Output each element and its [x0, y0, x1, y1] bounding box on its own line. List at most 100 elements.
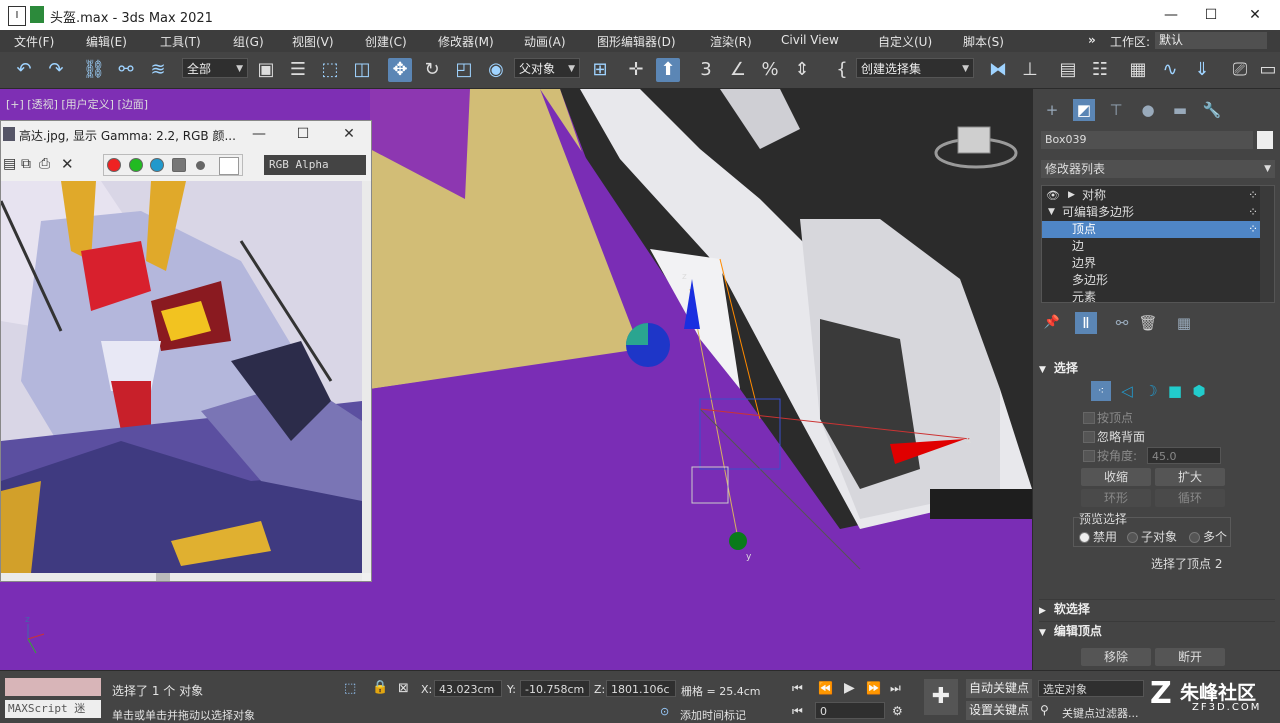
curve-editor-icon[interactable]: ∿ — [1158, 58, 1182, 82]
goto-end-icon[interactable]: ⏭ — [890, 681, 901, 696]
schematic-view-icon[interactable]: ⇓ — [1190, 58, 1214, 82]
percent-snap-icon[interactable]: % — [758, 58, 782, 82]
object-color-swatch[interactable] — [1257, 131, 1273, 149]
show-end-result-icon[interactable]: Ⅱ — [1075, 312, 1097, 334]
absolute-mode-icon[interactable]: ⊠ — [398, 681, 409, 696]
stack-item-edge[interactable]: 边 — [1042, 238, 1260, 255]
remove-button[interactable]: 移除 — [1081, 648, 1151, 666]
channel-display-select[interactable]: RGB Alpha — [264, 155, 366, 175]
next-frame-icon[interactable]: ⏩ — [866, 681, 881, 695]
green-channel-icon[interactable] — [129, 158, 143, 172]
place-icon[interactable]: ◉ — [484, 58, 508, 82]
image-horizontal-scrollbar[interactable] — [1, 573, 362, 581]
vertex-level-icon[interactable]: ⁖ — [1091, 381, 1111, 401]
undo-icon[interactable]: ↶ — [12, 58, 36, 82]
maxscript-listener-mini[interactable] — [5, 678, 101, 696]
selection-rollout-header[interactable]: ▼ 选择 — [1039, 359, 1275, 377]
workspace-select[interactable]: 默认 — [1155, 32, 1267, 49]
play-icon[interactable]: ▶ — [844, 680, 855, 696]
ignore-backfacing-checkbox[interactable] — [1083, 431, 1095, 443]
scene-explorer-icon[interactable]: ▤ — [1056, 58, 1080, 82]
rotate-icon[interactable]: ↻ — [420, 58, 444, 82]
create-tab-icon[interactable]: + — [1041, 99, 1063, 121]
stack-item-border[interactable]: 边界 — [1042, 255, 1260, 272]
redo-icon[interactable]: ↷ — [44, 58, 68, 82]
image-maximize-button[interactable]: ☐ — [289, 124, 317, 144]
close-button[interactable]: ✕ — [1240, 4, 1270, 26]
make-unique-icon[interactable]: ⚯ — [1111, 312, 1133, 334]
menu-overflow-icon[interactable]: » — [1088, 33, 1096, 47]
edge-level-icon[interactable]: ◁ — [1117, 381, 1137, 401]
preview-off-radio[interactable] — [1079, 532, 1090, 543]
break-button[interactable]: 断开 — [1155, 648, 1225, 666]
red-channel-icon[interactable] — [107, 158, 121, 172]
auto-key-button[interactable]: 自动关键点 — [966, 679, 1032, 698]
save-image-icon[interactable]: ▤ — [3, 156, 16, 172]
alpha-channel-icon[interactable] — [172, 158, 186, 172]
set-key-mode-button[interactable]: 设置关键点 — [966, 701, 1032, 720]
add-time-tag-text[interactable]: 添加时间标记 — [680, 707, 746, 723]
render-frame-icon[interactable]: ▭ — [1258, 58, 1278, 82]
maximize-button[interactable]: ☐ — [1196, 4, 1226, 26]
goto-start-icon[interactable]: ⏮ — [792, 681, 803, 696]
selection-lock-icon[interactable]: 🔒 — [372, 680, 388, 695]
angle-snap-icon[interactable]: ∠ — [726, 58, 750, 82]
align-icon[interactable]: ⊥ — [1018, 58, 1042, 82]
key-filters-button[interactable]: 关键点过滤器... — [1062, 705, 1139, 721]
utilities-tab-icon[interactable]: 🔧 — [1201, 99, 1223, 121]
menu-modifiers[interactable]: 修改器(M) — [438, 33, 494, 50]
select-object-icon[interactable]: ▣ — [254, 58, 278, 82]
app-icon[interactable]: I — [8, 6, 26, 26]
link-icon[interactable]: ⛓ — [82, 58, 106, 82]
background-color-swatch[interactable] — [219, 157, 239, 175]
rect-selection-icon[interactable]: ⬚ — [318, 58, 342, 82]
image-vertical-scrollbar[interactable] — [362, 181, 371, 573]
maxscript-input[interactable]: MAXScript 迷 — [5, 700, 101, 718]
pivot-center-icon[interactable]: ⊞ — [588, 58, 612, 82]
unlink-icon[interactable]: ⚯ — [114, 58, 138, 82]
object-name-field[interactable]: Box039 — [1041, 131, 1253, 149]
image-viewer-window[interactable]: 高达.jpg, 显示 Gamma: 2.2, RGB 颜... — ☐ ✕ ▤ … — [0, 120, 372, 582]
set-key-icon[interactable]: ✚ — [924, 679, 958, 715]
stack-item-polygon[interactable]: 多边形 — [1042, 272, 1260, 289]
key-mode-icon[interactable]: ⏮ — [792, 704, 803, 719]
copy-image-icon[interactable]: ⧉ — [21, 156, 31, 172]
modifier-list-select[interactable]: 修改器列表 ▼ — [1041, 160, 1275, 178]
current-frame-field[interactable]: 0 — [815, 702, 885, 719]
expand-arrow-icon[interactable]: ▶ — [1068, 187, 1075, 204]
remove-modifier-icon[interactable]: 🗑 — [1137, 312, 1159, 334]
stack-item-element[interactable]: 元素 — [1042, 289, 1260, 302]
loop-button[interactable]: 循环 — [1155, 489, 1225, 507]
bind-spacewarp-icon[interactable]: ≋ — [146, 58, 170, 82]
display-tab-icon[interactable]: ▬ — [1169, 99, 1191, 121]
by-vertex-checkbox[interactable] — [1083, 412, 1095, 424]
snaps-toggle-icon[interactable]: 3 — [694, 58, 718, 82]
menu-file[interactable]: 文件(F) — [14, 33, 54, 50]
modify-tab-icon[interactable]: ◩ — [1073, 99, 1095, 121]
shrink-button[interactable]: 收缩 — [1081, 468, 1151, 486]
hierarchy-tab-icon[interactable]: ⊤ — [1105, 99, 1127, 121]
time-tag-icon[interactable]: ⊙ — [660, 705, 669, 718]
render-setup-icon[interactable]: ⎚ — [1228, 58, 1252, 82]
stack-item-vertex[interactable]: 顶点 ⁘ — [1042, 221, 1260, 238]
menu-civil-view[interactable]: Civil View — [781, 33, 839, 47]
x-coord-field[interactable]: 43.023cm — [434, 680, 502, 697]
selection-filter-select[interactable]: 全部 ▼ — [182, 58, 248, 78]
mono-channel-icon[interactable] — [196, 161, 205, 170]
collapse-arrow-icon[interactable]: ▼ — [1048, 204, 1055, 221]
viewport-label[interactable]: [+] [透视] [用户定义] [边面] — [6, 96, 148, 112]
blue-channel-icon[interactable] — [150, 158, 164, 172]
menu-scripting[interactable]: 脚本(S) — [963, 33, 1004, 50]
menu-animation[interactable]: 动画(A) — [524, 33, 566, 50]
named-selection-select[interactable]: 创建选择集 ▼ — [856, 58, 974, 78]
mirror-icon[interactable]: ⧓ — [986, 58, 1010, 82]
grow-button[interactable]: 扩大 — [1155, 468, 1225, 486]
menu-views[interactable]: 视图(V) — [292, 33, 334, 50]
y-coord-field[interactable]: -10.758cm — [520, 680, 590, 697]
motion-tab-icon[interactable]: ● — [1137, 99, 1159, 121]
pin-stack-icon[interactable]: 📌 — [1041, 312, 1063, 334]
menu-edit[interactable]: 编辑(E) — [86, 33, 127, 50]
window-crossing-icon[interactable]: ◫ — [350, 58, 374, 82]
isolate-selection-icon[interactable]: ⬚ — [344, 681, 356, 696]
z-coord-field[interactable]: 1801.106c — [606, 680, 676, 697]
